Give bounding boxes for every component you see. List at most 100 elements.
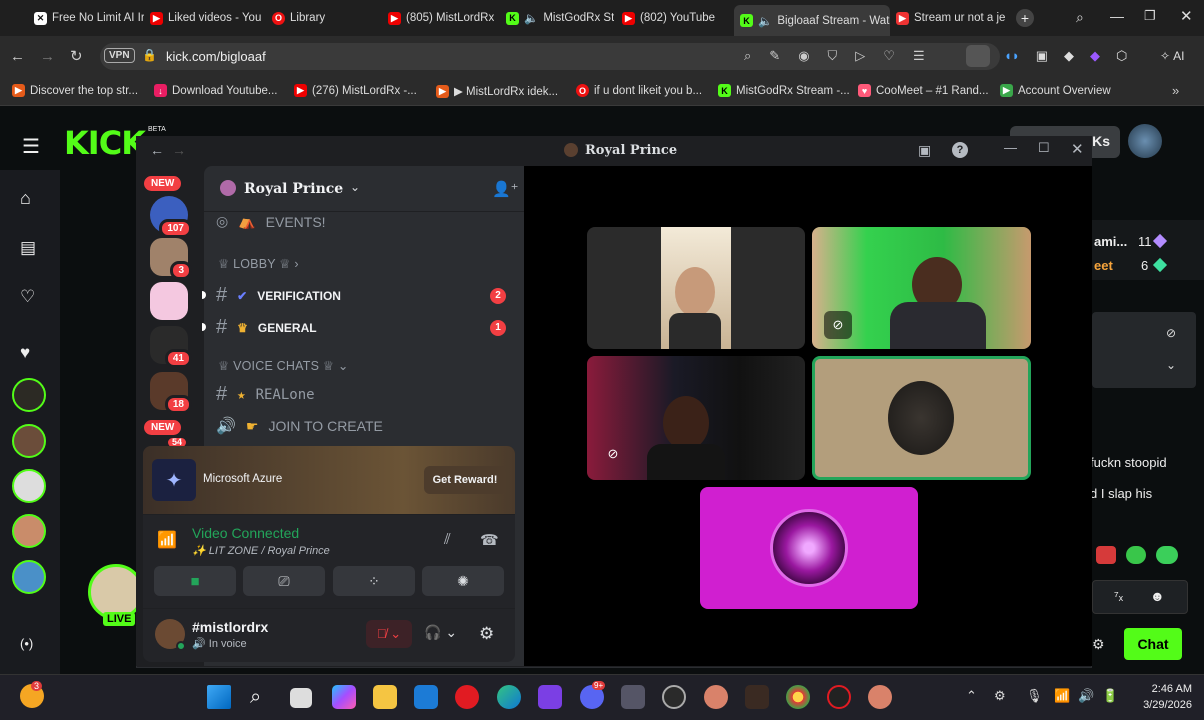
close-button[interactable]: ✕ — [1071, 140, 1084, 158]
pinned-message[interactable] — [1092, 312, 1196, 388]
clock-date[interactable]: 3/29/2026 — [1132, 699, 1192, 711]
disconnect-icon[interactable]: ☎ — [480, 531, 499, 549]
more-bookmarks-icon[interactable]: » — [1172, 83, 1179, 98]
tab-youtube[interactable]: ▶ (802) YouTube — [622, 6, 718, 30]
activities-button[interactable]: ⁘ — [333, 566, 415, 596]
server-icon[interactable]: 18 — [150, 372, 192, 414]
home-icon[interactable]: ⌂ — [20, 188, 31, 209]
kick-logo[interactable]: KICK — [64, 124, 146, 162]
noise-suppression-icon[interactable]: ⫽ — [444, 531, 451, 548]
emote-icon[interactable] — [1156, 546, 1178, 564]
video-tile[interactable] — [700, 487, 918, 609]
shield-icon[interactable]: ⛉ — [828, 48, 838, 64]
edge-icon[interactable] — [497, 685, 521, 709]
heart-icon[interactable]: ♡ — [883, 48, 895, 64]
video-tile[interactable] — [587, 227, 805, 349]
bookmark-account-overview[interactable]: ▶ Account Overview — [1000, 84, 1111, 97]
chat-input[interactable] — [1092, 580, 1188, 614]
heart-icon[interactable]: ♥ — [20, 343, 30, 363]
tray-icon[interactable]: ⚙ — [994, 688, 1006, 704]
opera-gx-icon[interactable] — [827, 685, 851, 709]
outlook-icon[interactable] — [414, 685, 438, 709]
tab-library[interactable]: O Library — [272, 6, 372, 30]
bookmark-mistlordrx-idek[interactable]: ▶ ▶ MistLordRx idek... — [436, 84, 558, 98]
headphones-button[interactable]: 🎧 ⌄ — [424, 624, 457, 641]
screen-share-button[interactable]: ⎚ — [243, 566, 325, 596]
video-tile-speaking[interactable] — [812, 356, 1031, 480]
username[interactable]: #mistlordrx — [192, 619, 268, 635]
bookmark-discover[interactable]: ▶ Discover the top str... — [12, 84, 138, 97]
list-icon[interactable]: ☰ — [913, 48, 925, 64]
channel-avatar[interactable] — [12, 424, 46, 458]
bookmark-download-youtube[interactable]: ↓ Download Youtube... — [154, 84, 278, 97]
voice-location[interactable]: ✨ LIT ZONE / Royal Prince — [192, 544, 330, 557]
channel-general[interactable]: # ♛ GENERAL 1 — [216, 316, 506, 339]
forward-button[interactable]: → — [40, 48, 55, 65]
gear-icon[interactable]: ⚙ — [1092, 636, 1105, 653]
microphone-icon[interactable]: 🎙 — [1026, 688, 1043, 704]
emoji-icon[interactable]: ☻ — [1150, 588, 1165, 604]
channel-avatar[interactable] — [12, 514, 46, 548]
video-tile[interactable]: ⊘ — [812, 227, 1031, 349]
live-indicator-icon[interactable]: (•) — [20, 636, 33, 651]
help-icon[interactable]: ? — [952, 142, 968, 158]
camera-icon[interactable]: ◉ — [798, 48, 809, 64]
channel-avatar[interactable] — [12, 378, 46, 412]
channel-join-to-create[interactable]: 🔊 ☛ JOIN TO CREATE — [216, 416, 383, 436]
vpn-badge[interactable]: VPN — [104, 48, 135, 63]
clock-time[interactable]: 2:46 AM — [1138, 683, 1192, 695]
profile-icon[interactable] — [966, 45, 990, 67]
play-icon[interactable]: ▷ — [855, 48, 865, 64]
tab-stream[interactable]: ▶ Stream ur not a je — [896, 6, 1008, 30]
new-tab-button[interactable]: + — [1016, 9, 1034, 27]
voice-status[interactable]: Video Connected — [192, 525, 299, 541]
chevron-down-icon[interactable]: ⌄ — [350, 180, 360, 194]
emote-icon[interactable] — [1126, 546, 1146, 564]
category-voice-chats[interactable]: ♕ VOICE CHATS ♕ ⌄ — [218, 358, 349, 373]
inbox-icon[interactable]: ▣ — [918, 142, 931, 159]
bookmark-if-u-dont[interactable]: Oif u dont likeit you b... — [576, 84, 702, 97]
signal-icon[interactable]: 📶 — [157, 530, 177, 550]
file-explorer-icon[interactable] — [373, 685, 397, 709]
server-icon[interactable] — [150, 282, 188, 320]
extension-icon[interactable]: ◆ — [1090, 48, 1100, 64]
command-icon[interactable]: ⁷ₓ — [1114, 588, 1123, 603]
extension-icon[interactable]: ▣ — [1036, 48, 1048, 64]
chevron-down-icon[interactable]: ⌄ — [1166, 358, 1176, 372]
restore-button[interactable]: ❐ — [1144, 8, 1156, 24]
camera-app-icon[interactable] — [621, 685, 645, 709]
forward-arrow-icon[interactable]: → — [172, 142, 186, 158]
task-view-icon[interactable] — [290, 688, 312, 708]
maximize-button[interactable]: ☐ — [1038, 140, 1050, 156]
close-window-button[interactable]: ✕ — [1180, 7, 1193, 25]
copilot-icon[interactable] — [332, 685, 356, 709]
browse-icon[interactable]: ▤ — [20, 238, 36, 258]
add-member-icon[interactable]: 👤⁺ — [492, 180, 519, 198]
emote-icon[interactable] — [1096, 546, 1116, 564]
minimize-button[interactable]: — — [1110, 8, 1124, 24]
hide-icon[interactable]: ⊘ — [1166, 326, 1176, 340]
channel-avatar[interactable] — [12, 469, 46, 503]
fl-studio-icon[interactable] — [745, 685, 769, 709]
server-icon[interactable]: 3 — [150, 238, 192, 280]
back-arrow-icon[interactable]: ← — [150, 142, 164, 158]
bookmark-coomeet[interactable]: ♥ CooMeet – #1 Rand... — [858, 84, 989, 97]
channel-verification[interactable]: # ✔ VERIFICATION 2 — [216, 284, 506, 307]
chat-send-button[interactable]: Chat — [1124, 628, 1182, 660]
settings-icon[interactable]: ⚙ — [479, 624, 494, 644]
search-tabs-icon[interactable]: ⌕ — [1076, 9, 1084, 26]
chevron-up-icon[interactable]: ⌃ — [966, 688, 977, 704]
reload-button[interactable]: ↻ — [70, 47, 83, 65]
tab-mistlordrx[interactable]: ▶ (805) MistLordRx — [388, 6, 494, 30]
opera-icon[interactable] — [455, 685, 479, 709]
back-button[interactable]: ← — [10, 48, 25, 65]
minimize-button[interactable]: — — [1004, 140, 1017, 155]
camera-button[interactable]: ■ — [154, 566, 236, 596]
soundboard-button[interactable]: ✺ — [422, 566, 504, 596]
following-icon[interactable]: ♡ — [20, 287, 35, 307]
user-avatar[interactable] — [1128, 124, 1162, 158]
clipchamp-icon[interactable] — [538, 685, 562, 709]
get-reward-button[interactable]: Get Reward! — [424, 466, 506, 494]
menu-icon[interactable]: ☰ — [22, 134, 40, 159]
category-lobby[interactable]: ♕ LOBBY ♕ › — [218, 256, 299, 271]
